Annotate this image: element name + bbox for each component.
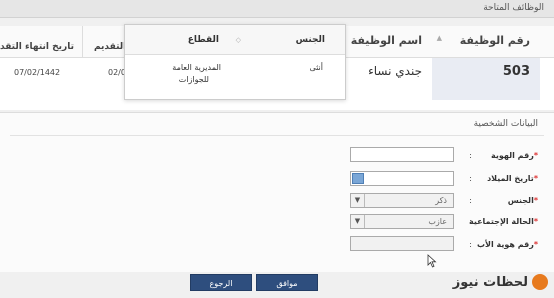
marital-status-label: الحالة الإجتماعية* <box>468 217 538 226</box>
required-mark: * <box>533 151 538 160</box>
marital-status-value: عازب <box>428 217 447 226</box>
marital-status-select[interactable]: ▼ عازب <box>350 214 454 229</box>
colon: : <box>469 196 472 205</box>
personal-data-panel: البيانات الشخصية رقم الهوية* : تاريخ الم… <box>0 112 554 272</box>
divider <box>10 135 544 136</box>
back-button[interactable]: الرجوع <box>190 274 252 291</box>
gender-select[interactable]: ▼ ذكر <box>350 193 454 208</box>
col-gender[interactable]: الجنس <box>296 35 325 45</box>
father-id-label: رقم هوية الأب* <box>476 240 538 249</box>
job-name-value: جندي نساء <box>368 64 422 78</box>
id-number-label: رقم الهوية* <box>491 151 538 160</box>
sort-icon[interactable]: ▲ <box>437 34 442 42</box>
required-mark: * <box>533 217 538 226</box>
ok-button[interactable]: موافق <box>256 274 318 291</box>
sector-line1: المديرية العامة <box>172 63 221 72</box>
chevron-down-icon[interactable]: ▼ <box>351 194 365 207</box>
sector-line2: للجوازات <box>178 75 209 84</box>
required-mark: * <box>533 174 538 183</box>
sort-icon[interactable]: ◇ <box>236 36 241 44</box>
sector-gender-popup: الجنس ◇ القطاع أنثى المديرية العامة للجو… <box>124 24 346 100</box>
colon: : <box>469 240 472 249</box>
logo-text: لحظات نيوز <box>452 274 528 290</box>
father-id-input[interactable] <box>350 236 454 251</box>
page-title: الوظائف المتاحة <box>483 3 544 13</box>
panel-title: البيانات الشخصية <box>473 119 538 129</box>
column-divider <box>82 26 83 58</box>
col-job-name[interactable]: اسم الوظيفة <box>351 34 422 47</box>
colon: : <box>469 174 472 183</box>
end-date-value: 07/02/1442 <box>14 68 61 77</box>
required-mark: * <box>533 196 538 205</box>
gender-label: الجنس* <box>507 196 538 205</box>
required-mark: * <box>533 240 538 249</box>
calendar-icon[interactable] <box>352 173 364 184</box>
header-bar: الوظائف المتاحة <box>0 0 554 18</box>
colon: : <box>469 151 472 160</box>
popup-header: الجنس ◇ القطاع <box>125 25 345 55</box>
job-number-value: 503 <box>502 64 530 79</box>
col-apply[interactable]: التقديم <box>94 42 126 52</box>
gender-value: أنثى <box>309 63 323 72</box>
colon: : <box>469 217 472 226</box>
gender-select-value: ذكر <box>435 196 447 205</box>
col-job-number[interactable]: رقم الوظيفة <box>460 34 530 47</box>
cursor-icon <box>427 254 437 268</box>
watermark-logo: لحظات نيوز <box>453 272 548 292</box>
chevron-down-icon[interactable]: ▼ <box>351 215 365 228</box>
birth-date-label: تاريخ الميلاد* <box>487 174 538 183</box>
col-end-date[interactable]: تاريخ انتهاء التقد <box>0 42 74 52</box>
birth-date-input[interactable] <box>350 171 454 186</box>
logo-mark-icon <box>532 274 548 290</box>
col-sector[interactable]: القطاع <box>188 35 219 45</box>
id-number-input[interactable] <box>350 147 454 162</box>
